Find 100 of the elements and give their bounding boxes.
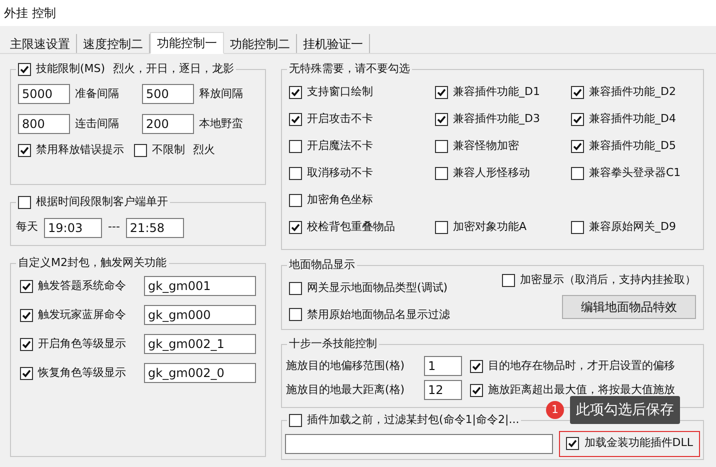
checkbox-label: 兼容插件功能_D4 [589,111,676,127]
checkbox-label: 禁用释放错误提示 [36,142,124,158]
checkbox[interactable] [571,86,584,99]
checkbox-label: 兼容人形怪移动 [453,165,530,181]
number-field[interactable]: 5000 [18,84,70,104]
checkbox[interactable] [571,166,584,180]
field-label: 施放目的地偏移范围(格) [286,358,406,374]
check-icon [291,114,300,124]
checkbox[interactable] [435,140,448,153]
checkbox-label: 技能限制(MS) [36,60,106,77]
field-label: 施放目的地最大距离(格) [286,382,406,398]
checkbox-label: 兼容插件功能_D3 [453,111,540,127]
group-title: 地面物品显示 [289,256,355,273]
number-field[interactable]: 1 [424,356,462,376]
checkbox[interactable] [18,196,31,208]
checkbox[interactable] [20,308,33,322]
checkbox[interactable] [435,112,448,126]
checkbox[interactable] [289,308,302,322]
checkbox[interactable] [435,220,448,234]
checkbox[interactable] [289,140,302,153]
checkbox-label: 加密对象功能A [453,219,527,235]
tab[interactable]: 功能控制一 [150,32,224,54]
checkbox[interactable] [20,280,33,292]
checkbox-label: 支持窗口绘制 [307,84,373,100]
checkbox[interactable] [289,194,302,207]
checkbox-label: 兼容拳头登录器C1 [589,165,681,181]
step-badge: 1 [546,401,564,419]
check-icon [437,114,446,124]
checkbox-label: 不限制 [152,142,185,158]
checkbox[interactable] [289,86,302,99]
checkbox[interactable] [502,274,515,287]
number-field[interactable]: 12 [424,380,462,400]
separator-text: --- [108,219,120,236]
checkbox[interactable] [435,86,448,99]
time-field[interactable]: 21:58 [126,218,184,238]
checkbox[interactable] [289,112,302,126]
tab[interactable]: 主限速设置 [4,34,77,53]
checkbox[interactable] [18,144,31,157]
checkbox-label: 施放距离超出最大值，将按最大值施放 [488,382,675,398]
check-icon [22,282,31,290]
check-icon [291,222,300,232]
checkbox[interactable] [289,166,302,180]
day-label: 每天 [16,219,38,236]
command-field[interactable]: gk_gm001 [144,276,256,296]
time-field[interactable]: 19:03 [44,218,102,238]
window-title: 外挂 控制 [4,5,56,22]
check-icon [291,88,300,97]
checkbox[interactable] [289,220,302,234]
tooltip: 此项勾选后保存 [570,396,680,424]
command-field[interactable]: gk_gm002_1 [144,334,256,354]
checkbox-label: 恢复角色等级显示 [38,364,126,381]
check-icon [573,142,582,151]
field-label: 连击间隔 [75,116,119,132]
checkbox-label: 开启角色等级显示 [38,336,126,352]
checkbox-label: 加载金装功能插件DLL [584,435,693,452]
number-field[interactable]: 500 [142,84,194,104]
check-icon [573,88,582,97]
checkbox-label: 触发答题系统命令 [38,278,126,294]
checkbox[interactable] [289,414,302,426]
group-title: 无特殊需要，请不要勾选 [289,60,410,77]
number-field[interactable]: 800 [18,114,70,134]
checkbox[interactable] [571,220,584,234]
checkbox[interactable] [571,112,584,126]
field-label: 释放间隔 [199,86,243,102]
edit-effects-button[interactable]: 编辑地面物品特效 [562,294,696,318]
command-field[interactable]: gk_gm000 [144,305,256,325]
checkbox[interactable] [20,366,33,380]
number-field[interactable]: 200 [142,114,194,134]
checkbox-label: 禁用原始地面物品名显示过滤 [307,306,450,322]
checkbox[interactable] [571,140,584,153]
group-title: 十步一杀技能控制 [289,336,377,352]
checkbox-label: 校检背包重叠物品 [307,219,395,235]
check-icon [472,386,481,394]
checkbox-label: 插件加载之前，过滤某封包(命令1|命令2|... [307,412,520,428]
command-field[interactable]: gk_gm002_0 [144,363,256,383]
checkbox-label: 兼容原始网关_D9 [589,219,676,235]
check-icon [22,310,31,320]
checkbox[interactable] [470,384,483,396]
check-icon [568,439,578,448]
checkbox[interactable] [134,144,147,157]
checkbox-label: 开启魔法不卡 [307,138,373,154]
checkbox-label: 加密显示（取消后，支持内挂捡取） [520,272,696,288]
checkbox[interactable] [20,338,33,350]
checkbox[interactable] [435,166,448,180]
checkbox-label: 目的地存在物品时，才开启设置的偏移 [488,358,675,374]
tab[interactable]: 挂机验证一 [297,34,370,53]
checkbox[interactable] [566,437,580,450]
checkbox-label: 兼容插件功能_D5 [589,138,676,154]
note-text: 烈火，开日，逐日，龙影 [113,60,234,77]
checkbox-label: 根据时间段限制客户端单开 [36,194,168,210]
check-icon [472,362,481,370]
filter-input[interactable] [285,434,553,454]
checkbox-label: 兼容插件功能_D1 [453,84,540,100]
checkbox[interactable] [289,282,302,295]
checkbox-label: 兼容插件功能_D2 [589,84,676,100]
check-icon [22,340,31,348]
checkbox[interactable] [18,62,31,76]
checkbox[interactable] [470,360,483,372]
group-title: 自定义M2封包，触发网关功能 [18,254,166,271]
tab[interactable]: 功能控制二 [224,34,297,53]
